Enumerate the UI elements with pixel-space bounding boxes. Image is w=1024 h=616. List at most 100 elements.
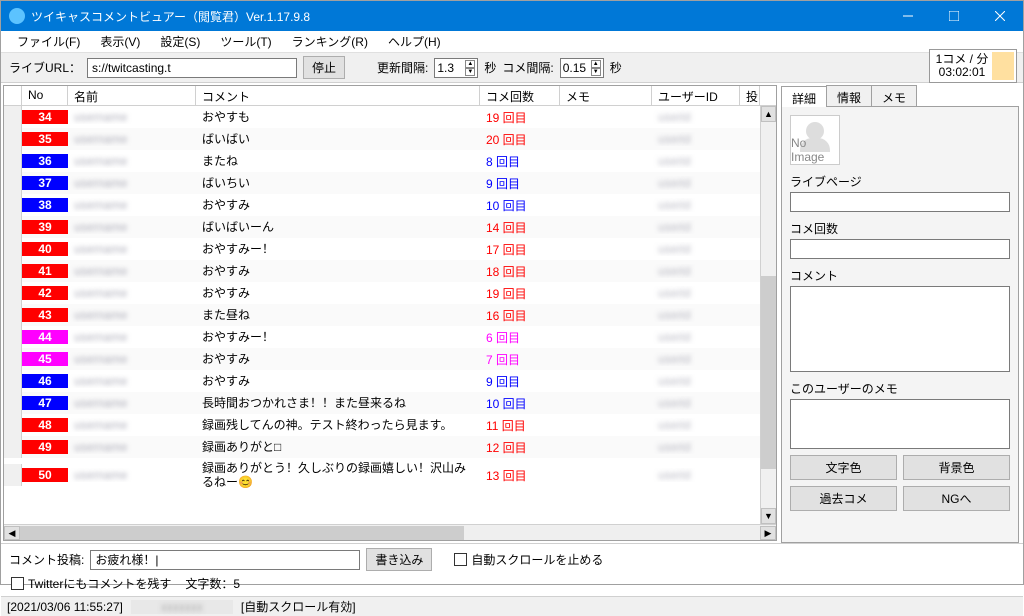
- menu-ranking[interactable]: ランキング(R): [284, 31, 376, 52]
- table-row[interactable]: 41usernameおやすみ18 回目userid: [4, 260, 776, 282]
- menu-tools[interactable]: ツール(T): [212, 31, 279, 52]
- bgcolor-button[interactable]: 背景色: [903, 455, 1010, 480]
- table-row[interactable]: 48username録画残してんの神。テスト終わったら見ます。11 回目user…: [4, 414, 776, 436]
- col-gutter: [4, 86, 22, 105]
- row-uid: userid: [652, 176, 740, 190]
- vertical-scrollbar[interactable]: ▲▼: [760, 106, 776, 524]
- status-blurred: xxxxxxx: [131, 600, 233, 614]
- row-name: username: [68, 418, 196, 432]
- url-label: ライブURL：: [9, 59, 81, 76]
- ng-button[interactable]: NGへ: [903, 486, 1010, 511]
- col-last[interactable]: 投: [740, 86, 760, 105]
- comment-interval-stepper[interactable]: 0.15▲▼: [560, 58, 604, 78]
- row-uid: userid: [652, 374, 740, 388]
- row-no: 48: [22, 418, 68, 432]
- post-button[interactable]: 書き込み: [366, 548, 432, 571]
- url-input[interactable]: [87, 58, 297, 78]
- table-row[interactable]: 34usernameおやすも19 回目userid: [4, 106, 776, 128]
- table-row[interactable]: 50username録画ありがとう！久しぶりの録画嬉しい！沢山みるねー😊13 回…: [4, 458, 776, 492]
- row-gutter: [4, 304, 22, 326]
- row-gutter: [4, 464, 22, 486]
- minimize-button[interactable]: [885, 1, 931, 31]
- row-name: username: [68, 330, 196, 344]
- row-count: 20 回目: [480, 131, 560, 148]
- row-uid: userid: [652, 154, 740, 168]
- row-uid: userid: [652, 110, 740, 124]
- update-interval-stepper[interactable]: 1.3▲▼: [434, 58, 478, 78]
- row-name: username: [68, 154, 196, 168]
- row-comment: 録画ありがと□: [196, 440, 480, 454]
- table-row[interactable]: 43usernameまた昼ね16 回目userid: [4, 304, 776, 326]
- table-row[interactable]: 40usernameおやすみー！17 回目userid: [4, 238, 776, 260]
- count-box[interactable]: [790, 239, 1010, 259]
- col-no[interactable]: No: [22, 86, 68, 105]
- row-count: 17 回目: [480, 241, 560, 258]
- textcolor-button[interactable]: 文字色: [790, 455, 897, 480]
- table-row[interactable]: 46usernameおやすみ9 回目userid: [4, 370, 776, 392]
- row-count: 13 回目: [480, 467, 560, 484]
- menu-help[interactable]: ヘルプ(H): [380, 31, 449, 52]
- row-comment: またね: [196, 154, 480, 168]
- row-name: username: [68, 440, 196, 454]
- table-row[interactable]: 39usernameばいばいーん14 回目userid: [4, 216, 776, 238]
- tab-detail[interactable]: 詳細: [781, 86, 827, 107]
- row-name: username: [68, 198, 196, 212]
- table-row[interactable]: 42usernameおやすみ19 回目userid: [4, 282, 776, 304]
- row-gutter: [4, 370, 22, 392]
- status-time: 03:02:01: [932, 66, 992, 79]
- toolbar: ライブURL： 停止 更新間隔: 1.3▲▼ 秒 コメ間隔: 0.15▲▼ 秒 …: [1, 53, 1023, 83]
- row-no: 38: [22, 198, 68, 212]
- horizontal-scrollbar[interactable]: ◀▶: [4, 524, 776, 540]
- menu-file[interactable]: ファイル(F): [9, 31, 88, 52]
- row-no: 43: [22, 308, 68, 322]
- comment-box[interactable]: [790, 286, 1010, 372]
- table-row[interactable]: 37usernameばいちい9 回目userid: [4, 172, 776, 194]
- col-memo[interactable]: メモ: [560, 86, 652, 105]
- table-row[interactable]: 49username録画ありがと□12 回目userid: [4, 436, 776, 458]
- col-name[interactable]: 名前: [68, 86, 196, 105]
- row-count: 9 回目: [480, 373, 560, 390]
- row-comment: おやすみ: [196, 286, 480, 300]
- menu-view[interactable]: 表示(V): [92, 31, 148, 52]
- side-panel: 詳細 情報 メモ No Image ライブページ コメ回数 コメント このユーザ…: [781, 85, 1019, 541]
- col-comment[interactable]: コメント: [196, 86, 480, 105]
- row-comment: また昼ね: [196, 308, 480, 322]
- livepage-box[interactable]: [790, 192, 1010, 212]
- table-row[interactable]: 45usernameおやすみ7 回目userid: [4, 348, 776, 370]
- row-uid: userid: [652, 286, 740, 300]
- seconds-label-2: 秒: [610, 59, 622, 76]
- table-row[interactable]: 38usernameおやすみ10 回目userid: [4, 194, 776, 216]
- row-uid: userid: [652, 396, 740, 410]
- row-no: 35: [22, 132, 68, 146]
- window-title: ツイキャスコメントビュアー（閲覧君）Ver.1.17.9.8: [31, 8, 885, 25]
- table-row[interactable]: 44usernameおやすみー！6 回目userid: [4, 326, 776, 348]
- maximize-button[interactable]: [931, 1, 977, 31]
- menu-settings[interactable]: 設定(S): [152, 31, 208, 52]
- row-gutter: [4, 348, 22, 370]
- avatar: No Image: [790, 115, 840, 165]
- twitter-checkbox[interactable]: Twitterにもコメントを残す: [11, 575, 171, 592]
- col-uid[interactable]: ユーザーID: [652, 86, 740, 105]
- row-comment: 録画ありがとう！久しぶりの録画嬉しい！沢山みるねー😊: [196, 461, 480, 489]
- row-gutter: [4, 150, 22, 172]
- row-no: 49: [22, 440, 68, 454]
- row-comment: おやすみ: [196, 264, 480, 278]
- row-no: 42: [22, 286, 68, 300]
- post-input[interactable]: [90, 550, 360, 570]
- tab-memo[interactable]: メモ: [871, 85, 917, 106]
- row-count: 6 回目: [480, 329, 560, 346]
- row-no: 41: [22, 264, 68, 278]
- usermemo-box[interactable]: [790, 399, 1010, 449]
- row-no: 44: [22, 330, 68, 344]
- pastcomment-button[interactable]: 過去コメ: [790, 486, 897, 511]
- table-row[interactable]: 36usernameまたね8 回目userid: [4, 150, 776, 172]
- close-button[interactable]: [977, 1, 1023, 31]
- row-count: 19 回目: [480, 285, 560, 302]
- col-count[interactable]: コメ回数: [480, 86, 560, 105]
- stop-button[interactable]: 停止: [303, 56, 345, 79]
- table-row[interactable]: 35usernameばいばい20 回目userid: [4, 128, 776, 150]
- stop-autoscroll-checkbox[interactable]: 自動スクロールを止める: [454, 551, 603, 568]
- update-interval-label: 更新間隔:: [377, 59, 428, 76]
- table-row[interactable]: 47username長時間おつかれさま！！また昼来るね10 回目userid: [4, 392, 776, 414]
- tab-info[interactable]: 情報: [826, 85, 872, 106]
